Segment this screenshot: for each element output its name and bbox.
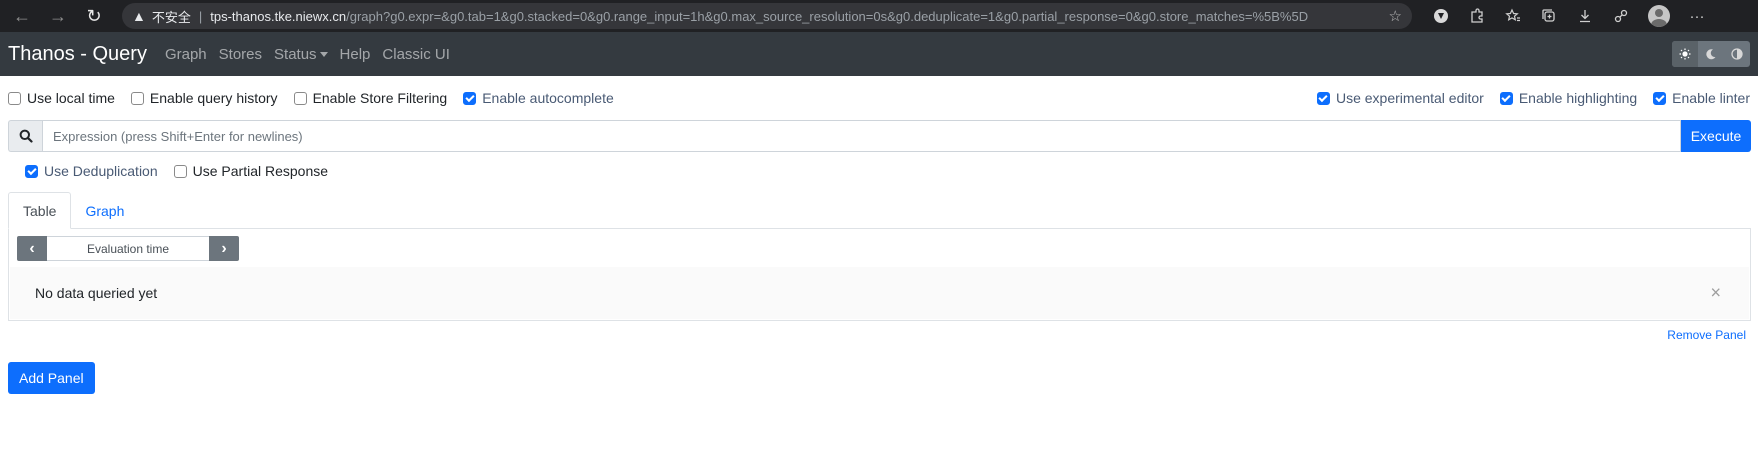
tab-table[interactable]: Table <box>8 192 72 229</box>
close-icon[interactable]: × <box>1710 283 1721 304</box>
theme-toggle-group <box>1672 41 1750 67</box>
checkbox-label: Enable Store Filtering <box>312 90 448 106</box>
nav-link-stores[interactable]: Stores <box>219 46 262 63</box>
checkbox-label: Use Partial Response <box>192 163 329 179</box>
app-navbar: Thanos - Query Graph Stores Status Help … <box>0 32 1758 76</box>
checkbox-label: Enable autocomplete <box>482 90 614 106</box>
nav-link-help[interactable]: Help <box>340 46 371 63</box>
enable-query-history-checkbox[interactable]: Enable query history <box>130 90 278 106</box>
enable-highlighting-checkbox[interactable]: Enable highlighting <box>1499 90 1638 106</box>
browser-extensions: ··· <box>1426 2 1718 30</box>
use-partial-response-checkbox[interactable]: Use Partial Response <box>173 163 329 179</box>
enable-store-filtering-checkbox[interactable]: Enable Store Filtering <box>293 90 448 106</box>
checkbox-box[interactable] <box>130 91 144 105</box>
collections-icon[interactable] <box>1534 2 1564 30</box>
more-icon[interactable]: ··· <box>1682 2 1712 30</box>
url-path: /graph?g0.expr=&g0.tab=1&g0.stacked=0&g0… <box>346 8 1309 24</box>
favorite-star-icon[interactable]: ☆ <box>1389 7 1402 25</box>
nav-link-classic-ui[interactable]: Classic UI <box>382 46 450 63</box>
sun-icon[interactable] <box>1672 41 1698 67</box>
brand-title[interactable]: Thanos - Query <box>8 43 147 66</box>
status-label: Status <box>274 45 317 63</box>
checkbox-box[interactable] <box>293 91 307 105</box>
tab-graph[interactable]: Graph <box>71 192 138 229</box>
checkbox-label: Use local time <box>27 90 115 106</box>
checkbox-box[interactable] <box>463 91 477 105</box>
checkbox-box[interactable] <box>1499 91 1513 105</box>
share-icon[interactable] <box>1606 2 1636 30</box>
enable-autocomplete-checkbox[interactable]: Enable autocomplete <box>463 90 614 106</box>
dedup-options: Use Deduplication Use Partial Response <box>0 152 1758 190</box>
favorites-icon[interactable] <box>1498 2 1528 30</box>
panel-tabs: Table Graph <box>8 192 1758 229</box>
enable-linter-checkbox[interactable]: Enable linter <box>1653 90 1750 106</box>
nav-link-status[interactable]: Status <box>274 46 328 63</box>
evaluation-time-input[interactable]: Evaluation time <box>47 236 209 261</box>
expression-row: Execute <box>8 120 1751 152</box>
search-icon <box>8 120 42 152</box>
remove-panel-link[interactable]: Remove Panel <box>1667 328 1746 342</box>
browser-toolbar: ← → ↻ ▲ 不安全 | tps-thanos.tke.niewx.cn /g… <box>0 0 1758 32</box>
chevron-right-icon[interactable]: › <box>209 236 239 261</box>
reload-icon[interactable]: ↻ <box>80 2 108 30</box>
warning-icon: ▲ <box>132 8 146 24</box>
expression-input[interactable] <box>42 120 1681 152</box>
checkbox-box[interactable] <box>1316 91 1330 105</box>
chevron-down-icon <box>319 52 328 58</box>
address-bar[interactable]: ▲ 不安全 | tps-thanos.tke.niewx.cn /graph?g… <box>122 3 1412 29</box>
panel-body: ‹ Evaluation time › No data queried yet … <box>8 228 1751 321</box>
checkbox-label: Enable query history <box>149 90 278 106</box>
moon-icon[interactable] <box>1698 41 1724 67</box>
add-panel-button[interactable]: Add Panel <box>8 362 95 394</box>
checkbox-box[interactable] <box>8 91 21 105</box>
checkbox-label: Use Deduplication <box>44 163 158 179</box>
use-local-time-checkbox[interactable]: Use local time <box>8 90 115 106</box>
use-experimental-editor-checkbox[interactable]: Use experimental editor <box>1316 90 1484 106</box>
chevron-left-icon[interactable]: ‹ <box>17 236 47 261</box>
no-data-alert: No data queried yet × <box>10 267 1749 319</box>
checkbox-label: Enable linter <box>1672 90 1750 106</box>
checkbox-box[interactable] <box>173 164 187 178</box>
evaluation-time-control: ‹ Evaluation time › <box>17 236 239 261</box>
no-data-message: No data queried yet <box>35 285 158 301</box>
checkbox-box[interactable] <box>25 164 38 178</box>
download-icon[interactable] <box>1570 2 1600 30</box>
insecure-label[interactable]: 不安全 <box>152 7 191 26</box>
profile-avatar-icon[interactable] <box>1648 5 1670 27</box>
contrast-icon[interactable] <box>1724 41 1750 67</box>
extension-icon[interactable] <box>1426 2 1456 30</box>
editor-options: Use experimental editor Enable highlight… <box>1316 90 1750 106</box>
query-options: Use local time Enable query history Enab… <box>0 76 1758 120</box>
address-separator: | <box>198 8 203 24</box>
url-host: tps-thanos.tke.niewx.cn <box>210 8 347 24</box>
puzzle-icon[interactable] <box>1462 2 1492 30</box>
checkbox-box[interactable] <box>1653 91 1667 105</box>
checkbox-label: Use experimental editor <box>1335 90 1484 106</box>
use-deduplication-checkbox[interactable]: Use Deduplication <box>25 163 158 179</box>
forward-icon[interactable]: → <box>44 2 72 30</box>
nav-link-graph[interactable]: Graph <box>165 46 207 63</box>
execute-button[interactable]: Execute <box>1681 120 1751 152</box>
back-icon[interactable]: ← <box>8 2 36 30</box>
remove-panel-row: Remove Panel <box>0 321 1758 349</box>
checkbox-label: Enable highlighting <box>1518 90 1638 106</box>
